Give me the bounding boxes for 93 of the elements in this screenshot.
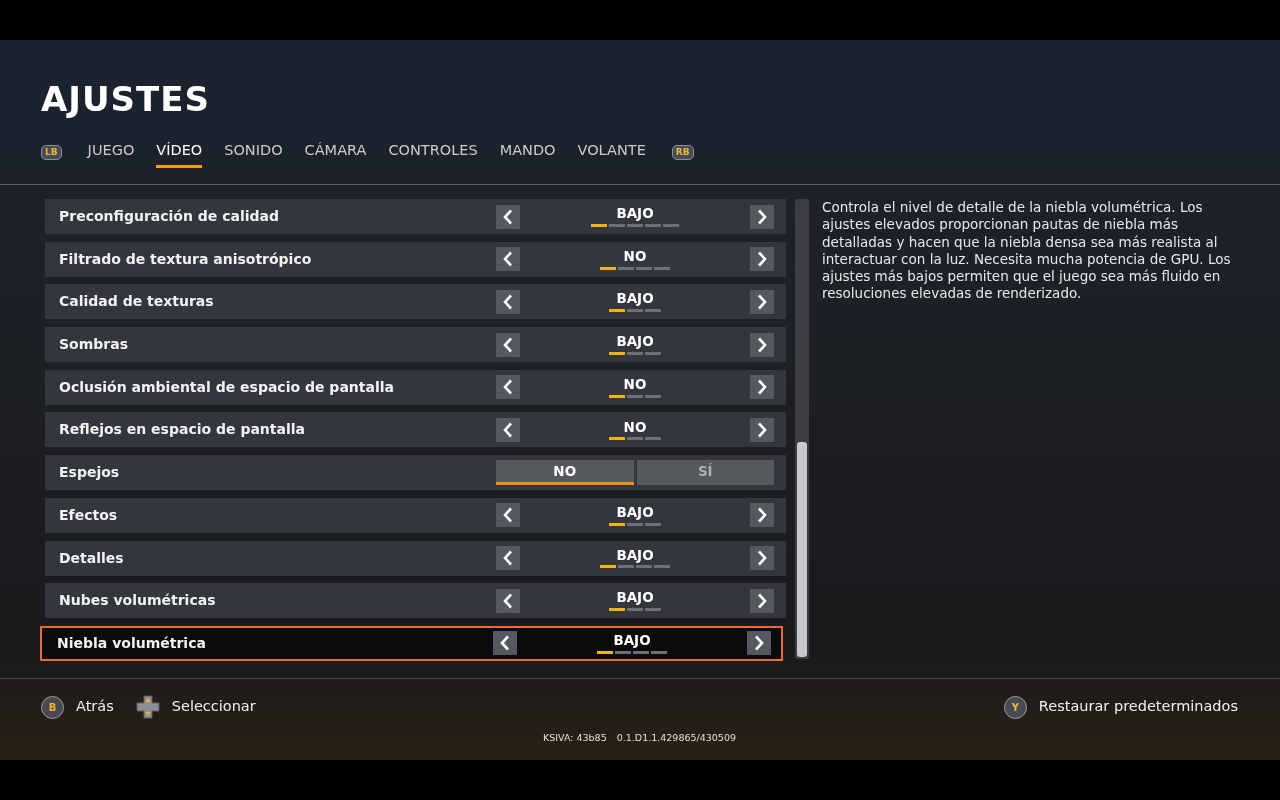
chevron-left-icon (500, 635, 510, 652)
setting-row[interactable]: Calidad de texturas BAJO (45, 284, 786, 320)
chevron-left-icon (503, 336, 513, 353)
tab[interactable]: MANDO (499, 138, 556, 168)
next-button[interactable] (750, 588, 774, 613)
setting-row[interactable]: Detalles BAJO (45, 540, 786, 576)
setting-value: NO (623, 419, 647, 435)
setting-row[interactable]: Reflejos en espacio de pantalla NO (45, 412, 786, 448)
toggle-option[interactable]: NO (496, 460, 634, 486)
chevron-left-icon (503, 550, 513, 566)
setting-label: Calidad de texturas (59, 292, 215, 312)
setting-row[interactable]: Preconfiguración de calidad BAJO (45, 199, 786, 234)
chevron-right-icon (757, 592, 767, 609)
chevron-right-icon (754, 635, 764, 652)
next-button[interactable] (750, 247, 774, 272)
chevron-left-icon (503, 208, 513, 225)
chevron-right-icon (757, 507, 767, 524)
next-button[interactable] (750, 332, 774, 357)
setting-row[interactable]: Niebla volumétrica BAJO (40, 625, 783, 661)
tab[interactable]: JUEGO (87, 138, 135, 168)
setting-value: BAJO (616, 291, 654, 307)
chevron-right-icon (757, 550, 767, 566)
setting-value: BAJO (616, 334, 654, 349)
previous-button[interactable] (496, 588, 520, 613)
next-button[interactable] (750, 417, 774, 442)
previous-button[interactable] (493, 631, 517, 656)
next-button[interactable] (750, 204, 774, 229)
setting-label: Detalles (59, 548, 125, 568)
previous-button[interactable] (496, 503, 520, 528)
chevron-right-icon (757, 421, 767, 438)
tab[interactable]: VÍDEO (156, 138, 203, 168)
previous-button[interactable] (496, 247, 520, 272)
hint-label: Restaurar predeterminados (1038, 697, 1238, 717)
previous-button[interactable] (496, 417, 520, 442)
chevron-left-icon (503, 507, 513, 524)
chevron-right-icon (757, 208, 767, 225)
controller-button-icon: B (41, 695, 64, 719)
setting-value: BAJO (613, 632, 651, 648)
setting-row[interactable]: Efectos BAJO (45, 497, 786, 533)
bumper-button[interactable]: RB (671, 145, 694, 161)
setting-row[interactable]: Nubes volumétricas BAJO (45, 583, 786, 619)
tab[interactable]: CONTROLES (388, 138, 478, 168)
scrollbar[interactable] (795, 199, 809, 659)
setting-label: Nubes volumétricas (59, 591, 217, 611)
hint-label: Seleccionar (171, 697, 256, 717)
chevron-left-icon (503, 592, 513, 609)
setting-label: Niebla volumétrica (57, 633, 207, 653)
setting-label: Espejos (59, 463, 121, 483)
previous-button[interactable] (496, 546, 520, 570)
setting-label: Reflejos en espacio de pantalla (59, 420, 306, 440)
chevron-left-icon (503, 421, 513, 438)
setting-label: Oclusión ambiental de espacio de pantalla (59, 377, 395, 397)
page-title: AJUSTES (41, 82, 211, 116)
chevron-left-icon (503, 379, 513, 396)
setting-value: BAJO (616, 547, 654, 563)
bumper-button[interactable]: LB (41, 145, 62, 161)
version-text: KSIVA: 43b85 (543, 731, 607, 745)
setting-label: Efectos (59, 505, 119, 525)
setting-row[interactable]: Sombras BAJO (45, 327, 786, 363)
setting-value: NO (623, 376, 647, 392)
setting-label: Filtrado de textura anisotrópico (59, 249, 313, 269)
tab[interactable]: SONIDO (224, 138, 283, 168)
next-button[interactable] (750, 375, 774, 400)
chevron-right-icon (757, 379, 767, 396)
next-button[interactable] (750, 503, 774, 528)
previous-button[interactable] (496, 375, 520, 400)
previous-button[interactable] (496, 289, 520, 314)
setting-value: BAJO (616, 590, 654, 606)
version-text: 0.1.D1.1.429865/430509 (616, 731, 736, 745)
setting-value: BAJO (616, 206, 654, 221)
setting-row[interactable]: Filtrado de textura anisotrópico NO (45, 241, 786, 277)
setting-row[interactable]: Espejos NO SÍ (45, 455, 786, 491)
hint-label: Atrás (76, 697, 114, 717)
setting-label: Preconfiguración de calidad (59, 207, 281, 226)
chevron-right-icon (757, 293, 767, 310)
chevron-left-icon (503, 293, 513, 310)
setting-value: BAJO (616, 504, 654, 520)
setting-row[interactable]: Oclusión ambiental de espacio de pantalla NO (45, 369, 786, 405)
next-button[interactable] (750, 289, 774, 314)
chevron-left-icon (503, 251, 513, 268)
tab[interactable]: CÁMARA (304, 138, 367, 168)
controller-button-icon: Y (1003, 695, 1027, 719)
chevron-right-icon (757, 251, 767, 268)
setting-description: Controla el nivel de detalle de la niebla volumétrica. Los ajustes elevados proporcionan pautas de niebla más detalladas y hacen que la niebla densa sea más realista al interactuar con la luz. Necesita mucha potencia de GPU. Los ajustes más bajos permiten que el juego sea más fluido en resoluciones elevadas de renderizado. (822, 199, 1232, 304)
chevron-right-icon (757, 336, 767, 353)
next-button[interactable] (747, 631, 771, 656)
next-button[interactable] (750, 546, 774, 570)
dpad-icon (135, 695, 160, 719)
previous-button[interactable] (496, 332, 520, 357)
setting-label: Sombras (59, 335, 129, 355)
previous-button[interactable] (496, 204, 520, 229)
setting-value: NO (623, 248, 647, 264)
tab[interactable]: VOLANTE (577, 138, 646, 168)
